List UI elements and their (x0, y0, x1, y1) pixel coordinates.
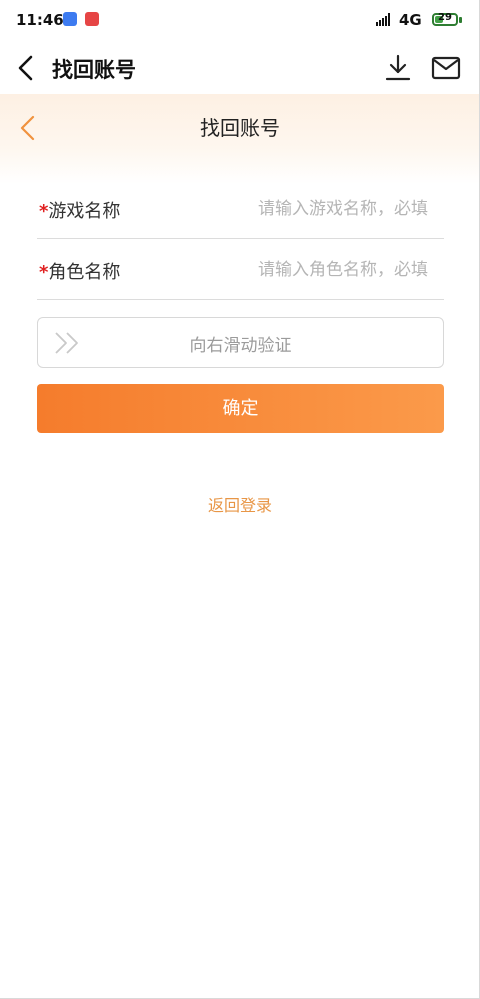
app-bar: 找回账号 (0, 42, 480, 94)
role-name-row: *角色名称 (37, 239, 444, 300)
battery-tip (459, 17, 462, 23)
required-mark: * (39, 262, 49, 283)
signal-icon (376, 13, 390, 26)
app-bar-title: 找回账号 (52, 58, 136, 82)
game-name-label: *游戏名称 (39, 197, 120, 223)
battery-level: 29 (438, 12, 452, 23)
download-icon[interactable] (384, 54, 412, 82)
page-title: 找回账号 (200, 116, 280, 140)
back-to-login-link[interactable]: 返回登录 (0, 492, 480, 516)
page-header: 找回账号 (0, 94, 480, 184)
role-name-label-text: 角色名称 (48, 262, 121, 283)
network-label: 4G (399, 11, 422, 29)
slide-verify-label: 向右滑动验证 (189, 336, 292, 356)
status-bar: 11:46 4G 29 (0, 0, 480, 42)
status-time: 11:46 (16, 11, 64, 29)
battery-icon: 29 (432, 12, 458, 26)
required-mark: * (39, 201, 49, 222)
confirm-button[interactable]: 确定 (37, 384, 444, 433)
game-name-label-text: 游戏名称 (48, 201, 121, 222)
mail-icon[interactable] (431, 56, 461, 80)
role-name-label: *角色名称 (39, 258, 120, 284)
role-name-input[interactable] (196, 253, 430, 287)
app-notification-icon (85, 12, 99, 26)
game-name-input[interactable] (196, 192, 430, 226)
game-name-row: *游戏名称 (37, 178, 444, 239)
slide-verify[interactable]: 向右滑动验证 (37, 317, 444, 368)
app-notification-icon (63, 12, 77, 26)
back-arrow-icon[interactable] (14, 54, 42, 82)
